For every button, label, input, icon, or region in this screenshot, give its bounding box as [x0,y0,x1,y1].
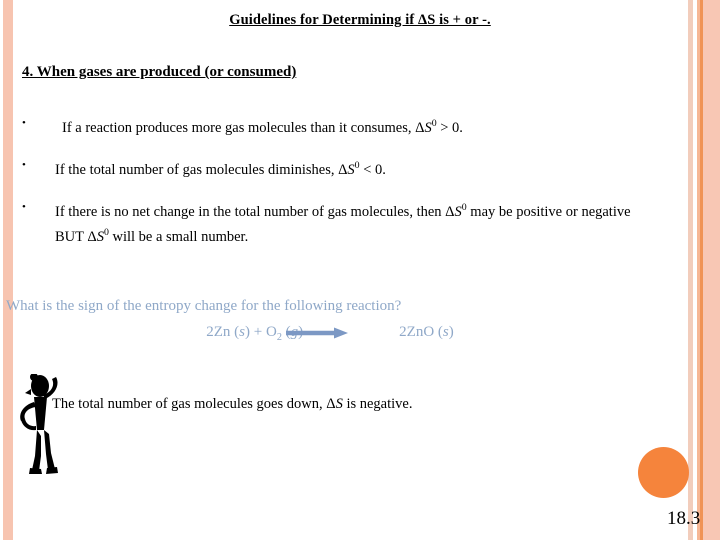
list-item-text-after: will be a small number. [108,229,249,246]
answer-text-after: is negative. [342,396,413,412]
guidelines-bullet-list: • If a reaction produces more gas molecu… [0,113,680,264]
bullet-marker-icon: • [22,117,26,129]
question-prompt: What is the sign of the entropy change f… [6,298,402,314]
right-border-stripe-wide [703,0,720,540]
entropy-symbol: S [424,119,432,136]
answer-text-before: The total number of gas molecules goes d… [52,396,336,412]
list-item-text: If there is no net change in the total n… [55,197,640,249]
list-item-text: If the total number of gas molecules dim… [55,155,640,181]
entropy-symbol-second: S [96,229,104,246]
entropy-symbol: S [454,203,462,220]
answer-statement: The total number of gas molecules goes d… [52,396,412,413]
entropy-symbol: S [347,161,355,178]
section-heading: 4. When gases are produced (or consumed) [22,64,297,80]
equation-plus: ) + O [245,324,277,340]
list-item: • If there is no net change in the total… [0,197,680,249]
bullet-marker-icon: • [22,158,26,171]
slide-canvas: Guidelines for Determining if ΔS is + or… [0,0,720,540]
list-item: • If the total number of gas molecules d… [0,155,680,181]
list-item-text-before: If there is no net change in the total n… [55,203,455,220]
product-zinc-oxide: 2ZnO ( [399,324,443,340]
list-item-text-after: < 0. [359,161,386,178]
stick-figure-thinking-icon [20,374,58,474]
list-item-text-before: If the total number of gas molecules dim… [55,161,348,178]
page-number: 18.3 [667,508,701,529]
list-item-text-before: If a reaction produces more gas molecule… [62,119,425,136]
list-item: • If a reaction produces more gas molecu… [0,113,680,139]
list-item-text: If a reaction produces more gas molecule… [62,113,640,139]
slide-title: Guidelines for Determining if ΔS is + or… [229,12,491,28]
list-item-text-after: > 0. [436,119,463,136]
answer-entropy-symbol: S [335,396,343,412]
right-arrow-icon [286,327,348,339]
accent-dot [638,447,689,498]
bullet-marker-icon: • [22,200,26,213]
reactant-zinc: 2Zn ( [206,324,240,340]
product-state-close: ) [448,324,454,340]
